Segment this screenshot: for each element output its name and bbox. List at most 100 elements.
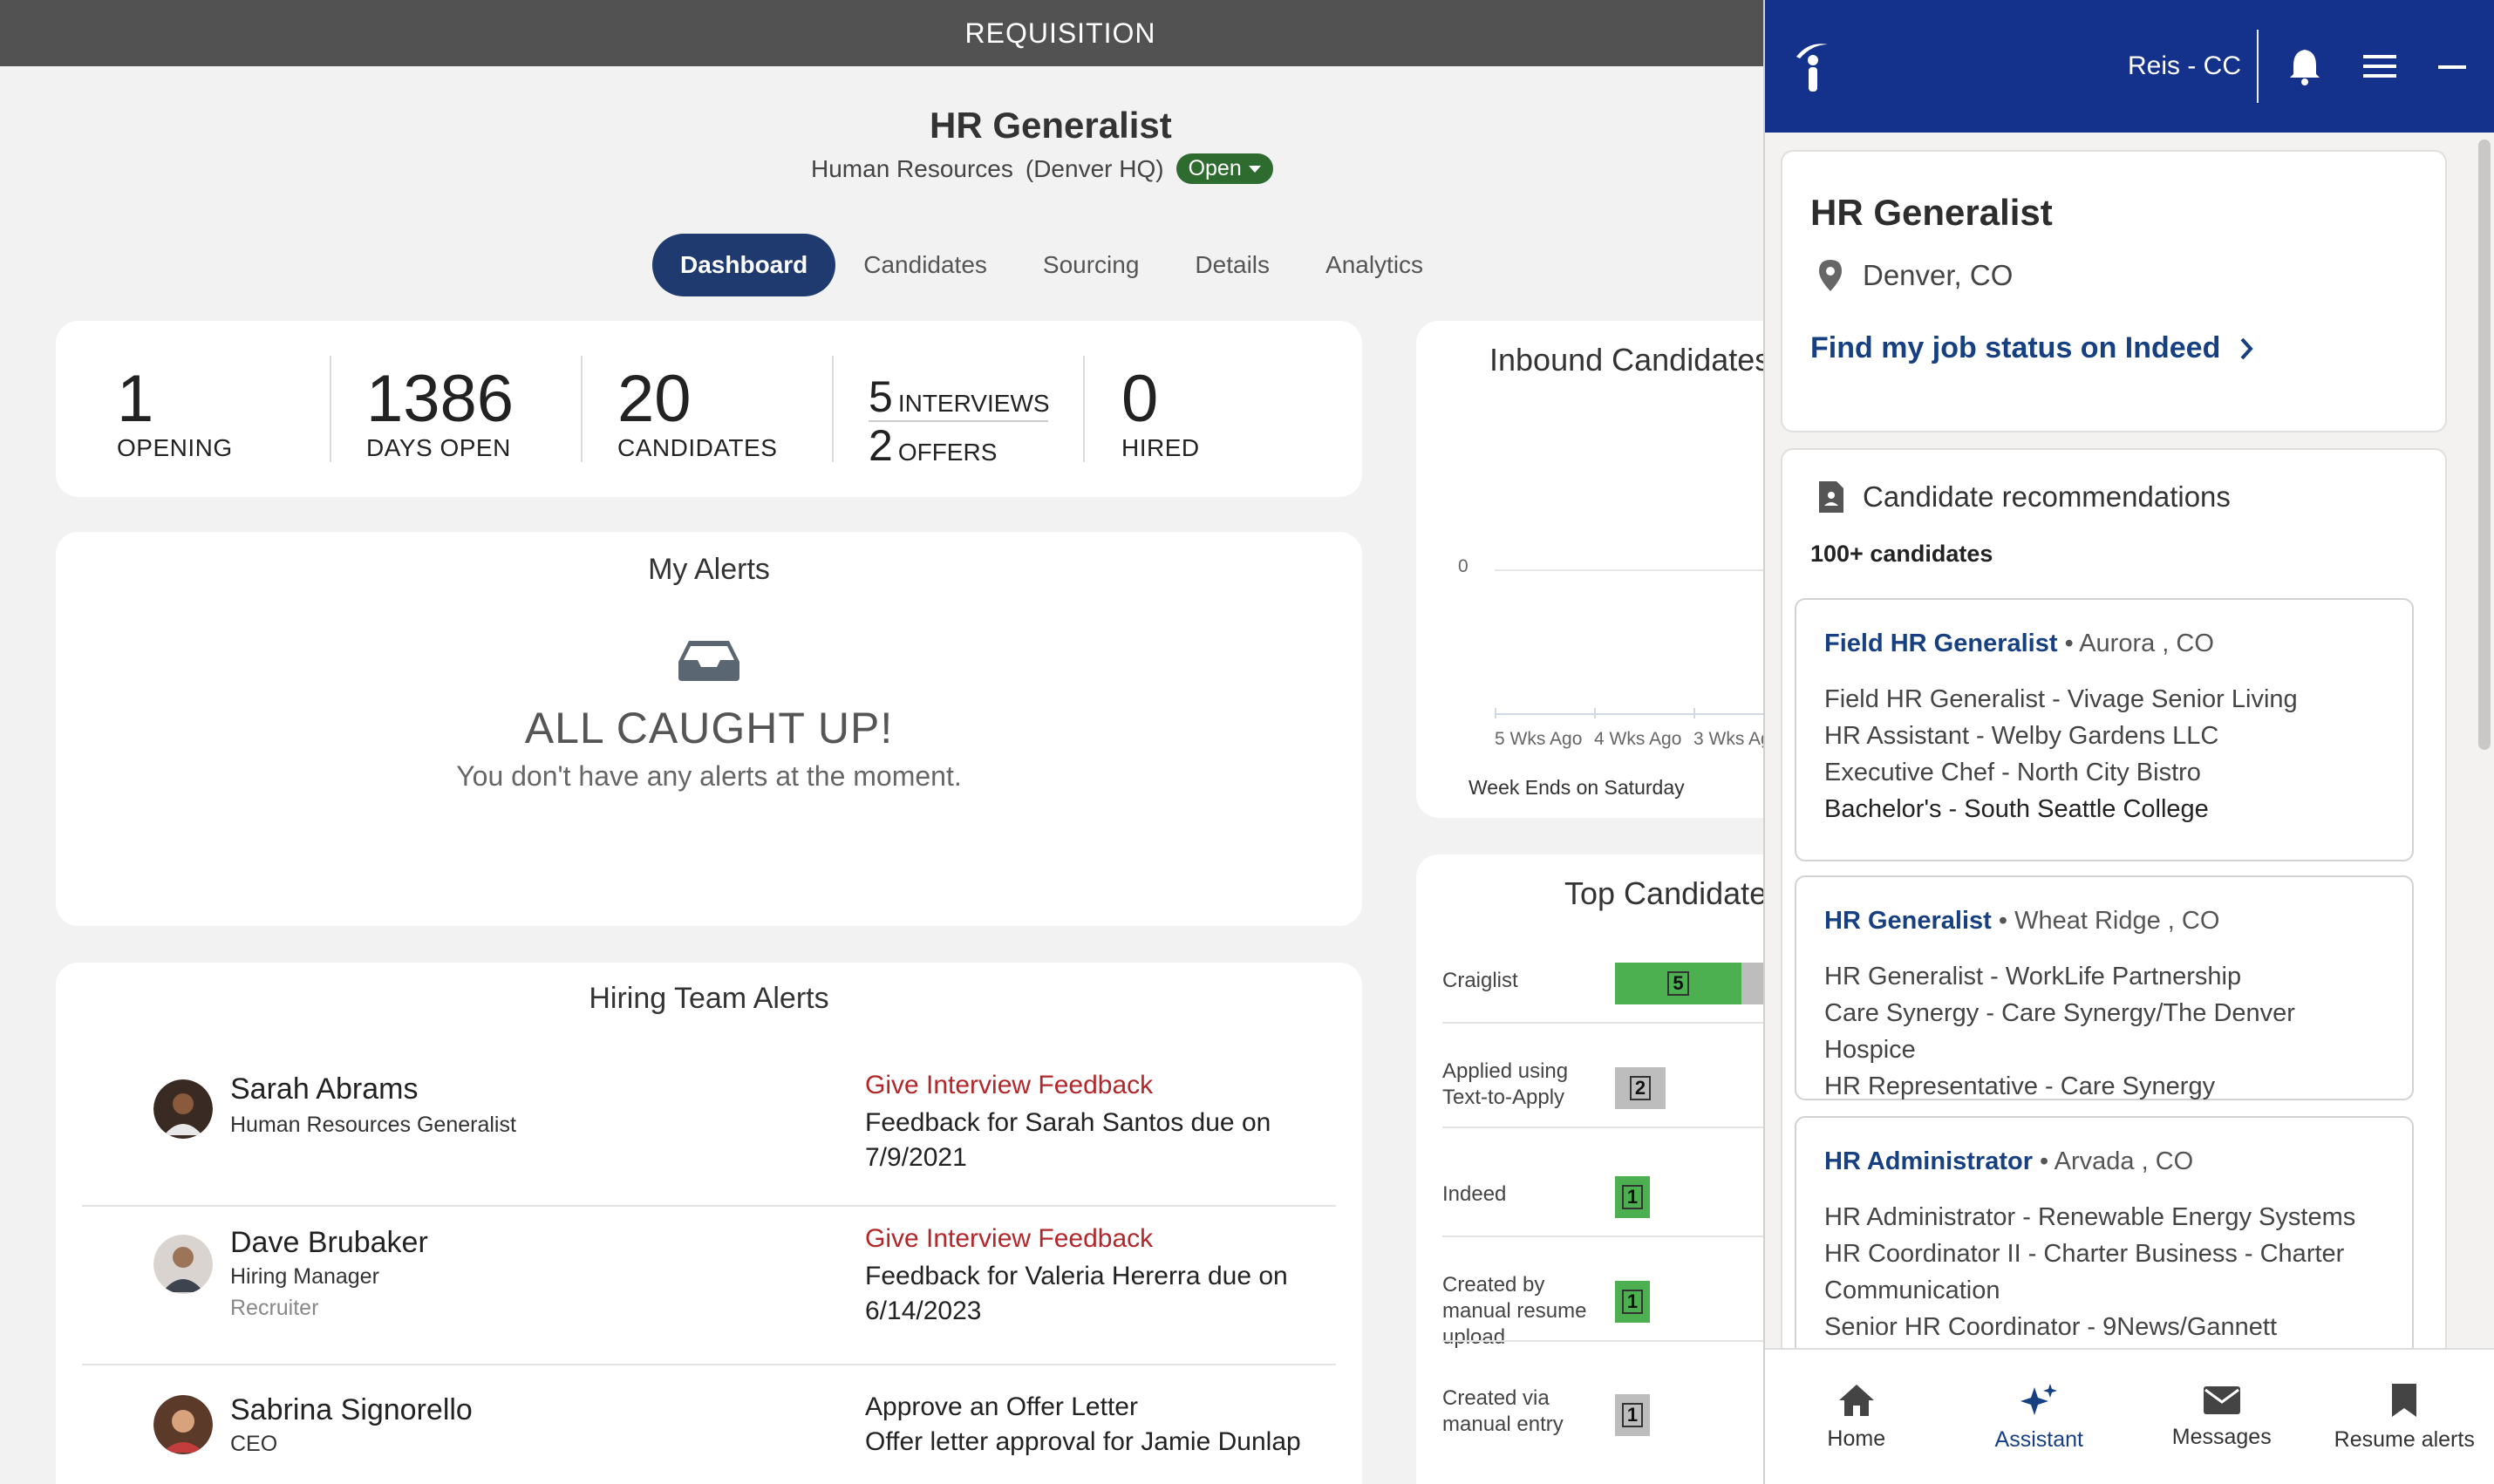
candidate-experience: HR Administrator - Renewable Energy Syst… (1824, 1203, 2356, 1231)
candidate-experience: Communication (1824, 1276, 2000, 1304)
top-candidate-sources-card: Top Candidate Craiglist 5 Applied using Te… (1416, 854, 1782, 1484)
nav-home[interactable]: Home (1765, 1350, 1948, 1484)
stat-openings[interactable]: 1 OPENING (117, 364, 233, 462)
requisition-title: HR Generalist (930, 105, 1172, 146)
stat-interviews-offers[interactable]: 5 INTERVIEWS 2 OFFERS (869, 375, 1050, 467)
job-status-link-text: Find my job status on Indeed (1810, 331, 2221, 364)
x-tick-label: 5 Wks Ago (1495, 729, 1583, 749)
member-role: Human Resources Generalist (230, 1113, 516, 1137)
stat-value: 1386 (366, 362, 514, 436)
tick (1594, 708, 1596, 718)
card-title: Top Candidate (1564, 875, 1768, 911)
tab-bar: Dashboard Candidates Sourcing Details An… (652, 234, 1451, 296)
give-interview-feedback-link[interactable]: Give Interview Feedback (865, 1071, 1153, 1100)
hiring-team-alerts-card: Hiring Team Alerts Sarah Abrams Human Re… (56, 963, 1362, 1484)
divider (832, 356, 834, 462)
card-title: Inbound Candidates (1489, 342, 1771, 378)
user-name[interactable]: Reis - CC (2128, 51, 2241, 81)
status-dropdown[interactable]: Open (1175, 153, 1273, 184)
job-title: HR Generalist (1810, 192, 2053, 233)
source-bar[interactable]: 1 (1615, 1394, 1650, 1436)
tab-dashboard[interactable]: Dashboard (652, 234, 836, 296)
y-tick-label: 0 (1458, 556, 1468, 576)
chevron-right-icon (2240, 337, 2254, 359)
card-title: My Alerts (648, 553, 770, 586)
job-card: HR Generalist Denver, CO Find my job sta… (1781, 150, 2447, 432)
divider (1442, 1022, 1782, 1024)
candidate-location: Arvada , CO (2054, 1147, 2194, 1175)
source-bar[interactable]: 5 (1615, 963, 1763, 1004)
stat-days-open: 1386 DAYS OPEN (366, 364, 514, 462)
tab-details[interactable]: Details (1167, 235, 1298, 295)
gridline (1495, 569, 1782, 571)
divider (82, 1364, 1336, 1365)
menu-icon[interactable] (2361, 51, 2398, 81)
recommendations-title-text: Candidate recommendations (1863, 480, 2231, 513)
all-caught-up-heading: ALL CAUGHT UP! (524, 704, 894, 752)
nav-messages[interactable]: Messages (2130, 1350, 2313, 1484)
candidate-title[interactable]: HR Administrator (1824, 1147, 2033, 1175)
scrollbar[interactable] (2478, 140, 2491, 750)
card-title: Hiring Team Alerts (589, 982, 829, 1015)
requisition-subtitle: Human Resources (Denver HQ) Open (811, 153, 1273, 184)
nav-label: Assistant (1994, 1426, 2083, 1452)
tab-candidates[interactable]: Candidates (835, 235, 1015, 295)
stat-label: CANDIDATES (617, 434, 778, 461)
assistant-panel: Reis - CC HR Generalist Denver, CO Find … (1763, 0, 2494, 1484)
tab-analytics[interactable]: Analytics (1298, 235, 1451, 295)
source-bar[interactable]: 1 (1615, 1176, 1650, 1218)
nav-resume-alerts[interactable]: Resume alerts (2313, 1350, 2494, 1484)
divider (2257, 30, 2259, 103)
job-status-link[interactable]: Find my job status on Indeed (1810, 331, 2417, 365)
member-role-secondary: Recruiter (230, 1296, 319, 1320)
tab-sourcing[interactable]: Sourcing (1015, 235, 1168, 295)
alert-detail-title[interactable]: Approve an Offer Letter (865, 1390, 1319, 1425)
candidate-title[interactable]: Field HR Generalist (1824, 630, 2058, 657)
my-alerts-card: My Alerts ALL CAUGHT UP! You don't have … (56, 532, 1362, 926)
candidate-experience: HR Representative - Care Synergy (1824, 1072, 2216, 1100)
caret-down-icon (1248, 165, 1261, 173)
source-count: 5 (1667, 971, 1689, 996)
candidate-experience: Care Synergy - Care Synergy/The Denver H… (1824, 999, 2295, 1064)
avatar (153, 1235, 213, 1294)
x-axis (1495, 713, 1782, 715)
candidate-experience: Executive Chef - North City Bistro (1824, 759, 2201, 786)
candidate-card[interactable]: Field HR Generalist • Aurora , CO Field … (1795, 598, 2414, 861)
source-count: 1 (1621, 1290, 1644, 1314)
status-label: Open (1188, 156, 1242, 180)
nav-label: Messages (2171, 1424, 2272, 1449)
candidate-experience: HR Assistant - Welby Gardens LLC (1824, 722, 2219, 750)
nav-label: Resume alerts (2334, 1426, 2475, 1452)
candidate-title[interactable]: HR Generalist (1824, 907, 1992, 935)
indeed-logo-icon (1796, 44, 1828, 92)
divider (82, 1205, 1336, 1207)
tick (1495, 708, 1496, 718)
candidate-card[interactable]: HR Administrator • Arvada , CO HR Admini… (1795, 1116, 2414, 1369)
member-name: Dave Brubaker (230, 1226, 428, 1259)
interviews-label: INTERVIEWS (897, 390, 1050, 417)
bottom-nav: Home Assistant Messages Resume alerts (1765, 1348, 2494, 1484)
stat-hired[interactable]: 0 HIRED (1121, 364, 1200, 462)
avatar (153, 1079, 213, 1139)
bell-icon[interactable] (2285, 46, 2325, 86)
stat-label: HIRED (1121, 434, 1200, 461)
source-label: Applied using Text-to-Apply (1442, 1059, 1569, 1109)
stat-value: 0 (1121, 362, 1159, 436)
nav-assistant[interactable]: Assistant (1948, 1350, 2131, 1484)
stat-candidates[interactable]: 20 CANDIDATES (617, 364, 777, 462)
candidate-location: Aurora , CO (2079, 630, 2214, 657)
minimize-icon[interactable] (2436, 62, 2468, 71)
source-bar[interactable]: 1 (1615, 1281, 1650, 1323)
alert-detail: Feedback for Valeria Hererra due on 6/14… (865, 1262, 1288, 1325)
tick (1693, 708, 1695, 718)
give-interview-feedback-link[interactable]: Give Interview Feedback (865, 1224, 1153, 1254)
divider (1083, 356, 1085, 462)
member-name: Sabrina Signorello (230, 1393, 473, 1426)
panel-header: Reis - CC (1765, 0, 2494, 133)
stat-label: DAYS OPEN (366, 434, 511, 461)
candidate-experience: HR Coordinator II - Charter Business - C… (1824, 1240, 2345, 1268)
candidate-card[interactable]: HR Generalist • Wheat Ridge , CO HR Gene… (1795, 875, 2414, 1100)
source-bar[interactable]: 2 (1615, 1067, 1666, 1109)
location-pin-icon (1819, 260, 1842, 291)
inbound-candidates-card: Inbound Candidates 0 5 Wks Ago 4 Wks Ago… (1416, 321, 1782, 818)
